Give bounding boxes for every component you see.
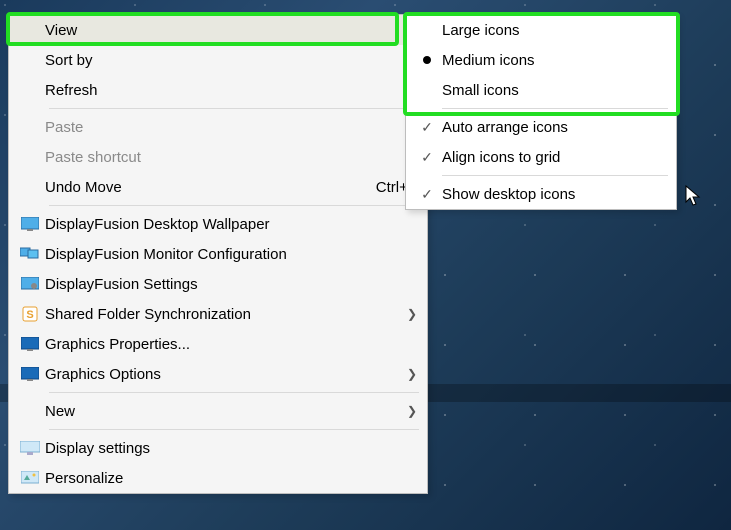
menu-item-large-icons[interactable]: Large icons (406, 15, 676, 45)
menu-label: Auto arrange icons (442, 119, 666, 136)
intel-graphics-icon (15, 337, 45, 351)
menu-label: Refresh (45, 82, 417, 99)
separator (49, 392, 419, 393)
menu-label: Large icons (442, 22, 666, 39)
intel-graphics-icon (15, 367, 45, 381)
display-settings-icon (15, 441, 45, 455)
mouse-cursor-icon (685, 185, 703, 209)
displayfusion-wallpaper-icon (15, 217, 45, 231)
menu-item-show-desktop-icons[interactable]: ✓ Show desktop icons (406, 179, 676, 209)
menu-label: Graphics Properties... (45, 336, 417, 353)
menu-item-graphics-options[interactable]: Graphics Options ❯ (9, 359, 427, 389)
svg-text:S: S (26, 309, 33, 321)
menu-item-view[interactable]: View ❯ (9, 15, 427, 45)
menu-label: View (45, 22, 403, 39)
menu-label: Graphics Options (45, 366, 403, 383)
displayfusion-monitor-icon (15, 247, 45, 261)
desktop-context-menu: View ❯ Sort by ❯ Refresh Paste Paste sho… (8, 14, 428, 494)
menu-label: Sort by (45, 52, 403, 69)
shared-folder-icon: S (15, 306, 45, 322)
menu-item-paste-shortcut: Paste shortcut (9, 142, 427, 172)
menu-item-df-wallpaper[interactable]: DisplayFusion Desktop Wallpaper (9, 209, 427, 239)
menu-label: Align icons to grid (442, 149, 666, 166)
menu-label: Show desktop icons (442, 186, 666, 203)
separator (49, 429, 419, 430)
menu-item-shared-folder[interactable]: S Shared Folder Synchronization ❯ (9, 299, 427, 329)
menu-item-graphics-properties[interactable]: Graphics Properties... (9, 329, 427, 359)
menu-label: DisplayFusion Monitor Configuration (45, 246, 417, 263)
menu-label: Medium icons (442, 52, 666, 69)
menu-item-medium-icons[interactable]: Medium icons (406, 45, 676, 75)
chevron-right-icon: ❯ (403, 307, 417, 321)
menu-item-sort-by[interactable]: Sort by ❯ (9, 45, 427, 75)
separator (442, 108, 668, 109)
displayfusion-settings-icon (15, 277, 45, 291)
menu-label: Personalize (45, 470, 417, 487)
checkmark-icon: ✓ (412, 149, 442, 166)
menu-item-display-settings[interactable]: Display settings (9, 433, 427, 463)
personalize-icon (15, 471, 45, 485)
menu-label: Undo Move (45, 179, 368, 196)
menu-label: DisplayFusion Desktop Wallpaper (45, 216, 417, 233)
menu-item-refresh[interactable]: Refresh (9, 75, 427, 105)
checkmark-icon: ✓ (412, 186, 442, 203)
radio-checked-icon (412, 56, 442, 64)
menu-item-paste: Paste (9, 112, 427, 142)
menu-label: Shared Folder Synchronization (45, 306, 403, 323)
separator (442, 175, 668, 176)
menu-label: Small icons (442, 82, 666, 99)
separator (49, 205, 419, 206)
menu-item-auto-arrange[interactable]: ✓ Auto arrange icons (406, 112, 676, 142)
chevron-right-icon: ❯ (403, 367, 417, 381)
menu-label: Display settings (45, 440, 417, 457)
menu-label: DisplayFusion Settings (45, 276, 417, 293)
menu-item-align-grid[interactable]: ✓ Align icons to grid (406, 142, 676, 172)
menu-label: Paste (45, 119, 417, 136)
menu-item-personalize[interactable]: Personalize (9, 463, 427, 493)
menu-label: New (45, 403, 403, 420)
menu-label: Paste shortcut (45, 149, 417, 166)
separator (49, 108, 419, 109)
chevron-right-icon: ❯ (403, 404, 417, 418)
menu-item-df-settings[interactable]: DisplayFusion Settings (9, 269, 427, 299)
view-submenu: Large icons Medium icons Small icons ✓ A… (405, 14, 677, 210)
menu-item-new[interactable]: New ❯ (9, 396, 427, 426)
checkmark-icon: ✓ (412, 119, 442, 136)
menu-item-df-monitor[interactable]: DisplayFusion Monitor Configuration (9, 239, 427, 269)
menu-item-undo-move[interactable]: Undo Move Ctrl+Z (9, 172, 427, 202)
menu-item-small-icons[interactable]: Small icons (406, 75, 676, 105)
